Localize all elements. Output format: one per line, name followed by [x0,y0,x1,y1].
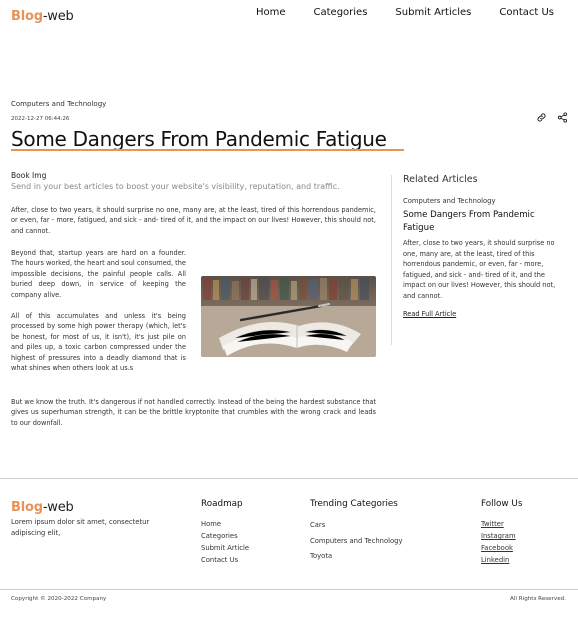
footer-logo-rest: -web [42,500,74,515]
nav-categories[interactable]: Categories [314,7,368,18]
logo-rest: -web [42,9,74,24]
roadmap-heading: Roadmap [201,499,243,509]
footer-link-categories[interactable]: Categories [201,530,249,542]
rights-text: All Rights Reserved. [510,596,566,602]
follow-facebook[interactable]: Facebook [481,542,522,554]
logo-accent: Blog [11,9,43,24]
nav-home[interactable]: Home [256,7,286,18]
trending-computers[interactable]: Computers and Technology [310,534,403,550]
article-title: Some Dangers From Pandemic Fatigue [11,127,387,151]
main-nav: Home Categories Submit Articles Contact … [256,7,554,18]
footer-logo-accent: Blog [11,500,43,515]
footer-description: Lorem ipsum dolor sit amet, consectetur … [11,518,150,537]
article-actions [536,112,568,123]
footer-bottom-rule [0,589,578,590]
nav-submit-articles[interactable]: Submit Articles [395,7,471,18]
trending-cars[interactable]: Cars [310,518,403,534]
related-title[interactable]: Some Dangers From Pandemic Fatigue [403,209,568,234]
footer-follow: Follow Us Twitter Instagram Facebook Lin… [481,499,522,566]
copyright-text: Copyright © 2020-2022 Company [11,596,107,602]
share-icon[interactable] [557,112,568,123]
article-hero-image [201,276,376,357]
article-paragraph-2: Beyond that, startup years are hard on a… [11,249,186,299]
follow-instagram[interactable]: Instagram [481,530,522,542]
article-category[interactable]: Computers and Technology [11,100,106,108]
trending-toyota[interactable]: Toyota [310,549,403,565]
footer-roadmap: Roadmap Home Categories Submit Article C… [201,499,249,566]
related-excerpt: After, close to two years, it should sur… [403,239,556,300]
footer-top-rule [0,478,578,479]
link-icon[interactable] [536,112,547,123]
sidebar-divider [391,175,392,345]
footer-trending: Trending Categories Cars Computers and T… [310,499,403,565]
trending-heading: Trending Categories [310,499,398,509]
footer-logo[interactable]: Blog-web [11,500,74,515]
article-datetime: 2022-12-27 06:44:26 [11,116,70,122]
article-subtitle: Send in your best articles to boost your… [11,182,340,191]
footer-link-home[interactable]: Home [201,518,249,530]
nav-contact-us[interactable]: Contact Us [499,7,554,18]
article-paragraph-1: After, close to two years, it should sur… [11,206,376,235]
footer-link-submit-article[interactable]: Submit Article [201,542,249,554]
site-logo[interactable]: Blog-web [11,9,74,24]
article-paragraph-3: All of this accumulates and unless it's … [11,312,186,373]
image-label: Book Img [11,171,47,180]
related-articles-heading: Related Articles [403,174,478,185]
follow-linkedin[interactable]: Linkedin [481,554,522,566]
follow-twitter[interactable]: Twitter [481,518,522,530]
article-paragraph-4: But we know the truth. It's dangerous if… [11,398,376,427]
related-category[interactable]: Computers and Technology [403,197,496,205]
title-underline [11,149,404,151]
follow-heading: Follow Us [481,499,523,509]
read-full-article-link[interactable]: Read Full Article [403,310,456,318]
footer-link-contact-us[interactable]: Contact Us [201,554,249,566]
